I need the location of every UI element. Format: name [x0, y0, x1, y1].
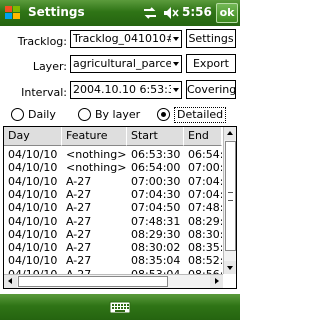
table-row[interactable]: 04/10/10 <nothing> 06:53:30 06:54:00 — [4, 148, 222, 161]
table-cell: 07:04:30 — [131, 187, 181, 201]
horizontal-scrollbar[interactable] — [4, 274, 223, 288]
column-header-day[interactable]: Day — [4, 127, 62, 146]
table-row[interactable]: 04/10/10 A-27 07:00:30 07:04:30 — [4, 175, 222, 188]
sync-icon[interactable] — [142, 6, 158, 20]
table-cell: 08:30:02 — [188, 227, 222, 241]
table-cell: 04/10/10 — [8, 214, 58, 228]
table-cell: 07:48:31 — [131, 214, 181, 228]
table-row[interactable]: 04/10/10 A-27 07:04:50 07:48:31 — [4, 201, 222, 214]
layer-value: agricultural_parcels — [73, 57, 182, 70]
scroll-right-icon[interactable] — [210, 275, 223, 288]
column-header-end[interactable]: End — [184, 127, 222, 146]
chevron-down-icon[interactable] — [171, 31, 181, 47]
volume-icon[interactable] — [163, 6, 179, 20]
table-cell: A-27 — [66, 254, 92, 268]
table-cell: A-27 — [66, 227, 92, 241]
table-row[interactable]: 04/10/10 A-27 07:48:31 08:29:30 — [4, 215, 222, 228]
table-cell: 04/10/10 — [8, 254, 58, 268]
table-cell: 08:30:02 — [131, 241, 181, 255]
ok-button[interactable]: ok — [216, 3, 238, 23]
scroll-thumb[interactable] — [18, 276, 168, 287]
radio-by-layer-label: By layer — [95, 108, 141, 121]
table-cell: 04/10/10 — [8, 161, 58, 175]
table-cell: 07:48:31 — [188, 201, 222, 215]
table-header: Day Feature Start End — [4, 127, 222, 146]
windows-logo-icon[interactable] — [3, 3, 23, 23]
table-cell: 07:00:00 — [188, 161, 222, 175]
interval-label: Interval: — [21, 86, 67, 99]
settings-button[interactable]: Settings — [186, 29, 236, 48]
radio-daily-label: Daily — [28, 108, 56, 121]
table-cell: A-27 — [66, 214, 92, 228]
table-row[interactable]: 04/10/10 A-27 08:30:02 08:35:04 — [4, 241, 222, 254]
chevron-down-icon[interactable] — [171, 56, 181, 72]
radio-circle[interactable] — [78, 108, 91, 121]
export-button[interactable]: Export — [186, 54, 236, 73]
table-cell: 04/10/10 — [8, 201, 58, 215]
interval-value: 2004.10.10 6:53:30 - — [73, 83, 182, 96]
radio-circle[interactable] — [11, 108, 24, 121]
radio-detailed-label: Detailed — [174, 107, 227, 123]
results-table[interactable]: Day Feature Start End 04/10/10 <nothing> 0… — [3, 126, 237, 289]
table-cell: 06:54:00 — [188, 148, 222, 161]
scroll-thumb[interactable] — [225, 141, 236, 251]
layer-label: Layer: — [32, 60, 67, 73]
table-cell: 07:00:30 — [131, 174, 181, 188]
table-cell: 08:29:30 — [131, 227, 181, 241]
interval-select[interactable]: 2004.10.10 6:53:30 - — [70, 81, 182, 99]
table-cell: 07:04:30 — [188, 174, 222, 188]
window-title: Settings — [28, 5, 85, 19]
table-cell: <nothing> — [66, 148, 127, 161]
tracklog-select[interactable]: Tracklog_041010#: — [70, 30, 182, 48]
table-cell: 06:54:00 — [131, 161, 181, 175]
table-cell: 08:29:30 — [188, 214, 222, 228]
clock[interactable]: 5:56 — [182, 5, 212, 19]
table-row[interactable]: 04/10/10 A-27 08:29:30 08:30:02 — [4, 228, 222, 241]
column-header-feature[interactable]: Feature — [62, 127, 127, 146]
vertical-scrollbar[interactable] — [223, 127, 236, 274]
bottom-menu-bar — [0, 294, 240, 320]
layer-select[interactable]: agricultural_parcels — [70, 55, 182, 73]
title-bar: Settings 5:56 ok — [0, 0, 240, 26]
table-cell: 07:04:50 — [131, 201, 181, 215]
table-cell: 08:52:34 — [188, 254, 222, 268]
keyboard-icon[interactable] — [108, 298, 132, 316]
scroll-up-icon[interactable] — [224, 127, 236, 140]
table-row[interactable]: 04/10/10 A-27 07:04:30 07:04:50 — [4, 188, 222, 201]
table-cell: 04/10/10 — [8, 241, 58, 255]
table-row[interactable]: 04/10/10 <nothing> 06:54:00 07:00:00 — [4, 161, 222, 174]
table-cell: A-27 — [66, 201, 92, 215]
table-cell: 08:35:04 — [131, 254, 181, 268]
table-cell: 07:04:50 — [188, 187, 222, 201]
table-cell: 06:53:30 — [131, 148, 181, 161]
table-cell: 04/10/10 — [8, 187, 58, 201]
table-row[interactable]: 04/10/10 A-27 08:35:04 08:52:34 — [4, 254, 222, 267]
scroll-down-icon[interactable] — [224, 261, 236, 274]
table-cell: <nothing> — [66, 161, 127, 175]
table-cell: 04/10/10 — [8, 174, 58, 188]
chevron-down-icon[interactable] — [171, 82, 181, 98]
table-cell: A-27 — [66, 174, 92, 188]
scroll-left-icon[interactable] — [4, 275, 17, 288]
tracklog-value: Tracklog_041010#: — [73, 32, 179, 45]
table-cell: 04/10/10 — [8, 227, 58, 241]
table-cell: 08:35:04 — [188, 241, 222, 255]
column-header-start[interactable]: Start — [127, 127, 184, 146]
table-cell: A-27 — [66, 187, 92, 201]
covering-button[interactable]: Covering — [186, 80, 236, 99]
table-cell: 04/10/10 — [8, 148, 58, 161]
tracklog-label: Tracklog: — [17, 35, 67, 48]
table-cell: A-27 — [66, 241, 92, 255]
radio-circle[interactable] — [157, 108, 170, 121]
